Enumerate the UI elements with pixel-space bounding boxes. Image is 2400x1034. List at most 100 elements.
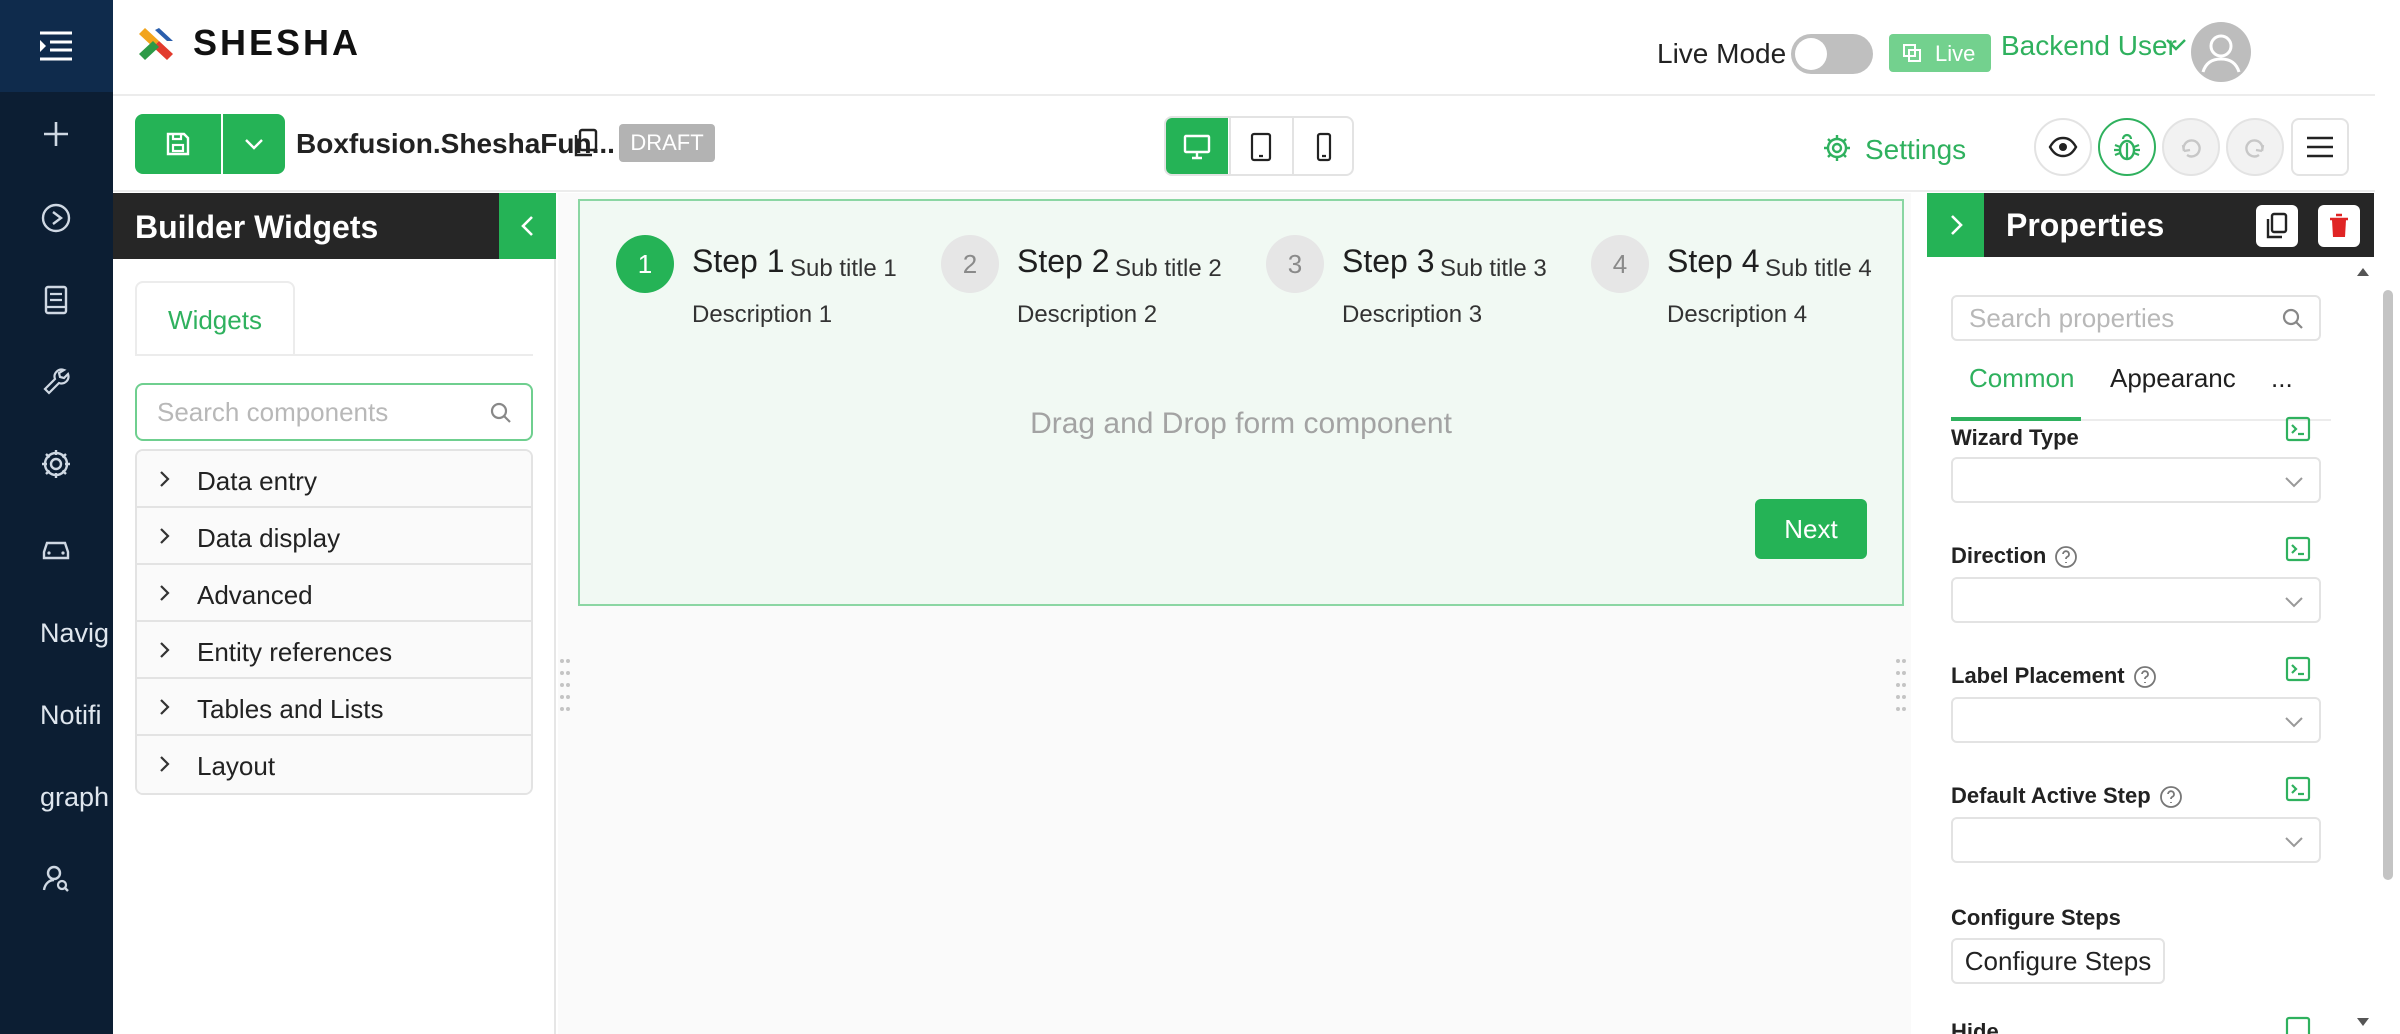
debug-button[interactable]	[2098, 118, 2156, 176]
chevron-down-icon[interactable]	[2163, 32, 2189, 58]
next-button[interactable]: Next	[1755, 499, 1867, 559]
wizard-type-select[interactable]	[1951, 457, 2321, 503]
designer-toolbar: Boxfusion.SheshaFun... DRAFT Settings	[113, 98, 2375, 192]
component-search-input[interactable]	[155, 395, 475, 429]
category-label: Data display	[197, 523, 341, 553]
builder-widgets-panel: Builder Widgets Widgets Data entry Data …	[113, 193, 556, 1034]
chevron-down-icon	[245, 139, 263, 150]
resize-handle-left[interactable]	[558, 655, 572, 715]
code-editor-icon[interactable]	[2284, 775, 2312, 803]
category-label: Data entry	[197, 466, 317, 496]
direction-label: Direction	[1951, 543, 2078, 569]
save-options-button[interactable]	[223, 114, 285, 174]
tablet-view-button[interactable]	[1229, 118, 1291, 174]
more-menu-button[interactable]	[2291, 118, 2349, 176]
field-label: Default Active Step	[1951, 783, 2151, 808]
help-icon[interactable]	[2159, 785, 2183, 809]
copy-icon	[1903, 44, 1921, 62]
nav-menu-toggle[interactable]	[0, 0, 113, 92]
label-placement-select[interactable]	[1951, 697, 2321, 743]
nav-item-tools[interactable]	[34, 360, 78, 404]
nav-item-add[interactable]	[34, 112, 78, 156]
nav-item-docs[interactable]	[34, 278, 78, 322]
tab-more[interactable]: ...	[2271, 363, 2293, 421]
save-button[interactable]	[135, 114, 221, 174]
widgets-panel-title: Builder Widgets	[135, 209, 379, 245]
direction-select[interactable]	[1951, 577, 2321, 623]
nav-item-navigation[interactable]: Navig	[40, 618, 109, 649]
redo-icon	[2245, 139, 2265, 158]
collapse-widgets-button[interactable]	[499, 193, 556, 259]
hamburger-icon	[2307, 136, 2333, 158]
scrollbar-thumb[interactable]	[2383, 290, 2393, 880]
delete-component-button[interactable]	[2318, 205, 2360, 247]
category-tables-and-lists[interactable]: Tables and Lists	[137, 679, 531, 736]
category-advanced[interactable]: Advanced	[137, 565, 531, 622]
step-number: 2	[941, 235, 999, 293]
step-description: Description 3	[1342, 301, 1483, 328]
copy-icon	[2266, 212, 2288, 239]
wrench-icon	[43, 368, 70, 395]
chevron-right-icon	[160, 642, 170, 658]
user-search-icon	[42, 865, 69, 892]
user-menu[interactable]: Backend User	[2001, 30, 2177, 62]
code-editor-icon[interactable]	[2284, 1015, 2312, 1034]
step-description: Description 1	[692, 301, 833, 328]
code-editor-icon[interactable]	[2284, 415, 2312, 443]
status-badge: DRAFT	[619, 124, 715, 162]
chevron-down-icon	[2285, 597, 2303, 608]
desktop-view-button[interactable]	[1166, 118, 1228, 174]
category-data-entry[interactable]: Data entry	[137, 451, 531, 508]
avatar[interactable]	[2191, 22, 2251, 82]
chevron-right-icon	[160, 585, 170, 601]
nav-item-vehicles[interactable]	[34, 526, 78, 570]
chevron-right-icon	[160, 699, 170, 715]
nav-item-run[interactable]	[34, 196, 78, 240]
search-icon	[490, 402, 511, 423]
default-active-step-select[interactable]	[1951, 817, 2321, 863]
resize-handle-right[interactable]	[1894, 655, 1908, 715]
drop-zone-hint[interactable]: Drag and Drop form component	[580, 407, 1902, 441]
tab-appearance[interactable]: Appearanc	[2110, 363, 2250, 421]
live-badge[interactable]: Live	[1889, 34, 1991, 72]
scrollbar[interactable]	[2354, 260, 2372, 1034]
category-label: Layout	[197, 751, 276, 781]
tab-widgets[interactable]: Widgets	[135, 281, 295, 355]
copy-icon[interactable]	[573, 128, 599, 158]
preview-button[interactable]	[2034, 118, 2092, 176]
mobile-view-button[interactable]	[1292, 118, 1352, 174]
configure-steps-button[interactable]: Configure Steps	[1951, 938, 2165, 984]
category-entity-references[interactable]: Entity references	[137, 622, 531, 679]
copy-component-button[interactable]	[2256, 205, 2298, 247]
tab-common[interactable]: Common	[1969, 363, 2074, 421]
redo-button[interactable]	[2226, 118, 2284, 176]
step-title: Step 4	[1667, 243, 1760, 279]
wizard-component[interactable]: 1 Step 1 Sub title 1 Description 1 2 Ste…	[578, 199, 1904, 606]
step-title: Step 3	[1342, 243, 1435, 279]
code-editor-icon[interactable]	[2284, 655, 2312, 683]
play-circle-icon	[41, 203, 71, 233]
step-description: Description 4	[1667, 301, 1808, 328]
nav-item-settings[interactable]	[34, 442, 78, 486]
live-mode-switch[interactable]	[1791, 34, 1873, 74]
help-icon[interactable]	[2054, 545, 2078, 569]
category-data-display[interactable]: Data display	[137, 508, 531, 565]
book-icon	[44, 285, 68, 315]
nav-item-notifications[interactable]: Notifi	[40, 700, 102, 731]
help-icon[interactable]	[2133, 665, 2157, 689]
collapse-properties-button[interactable]	[1927, 193, 1984, 257]
undo-button[interactable]	[2162, 118, 2220, 176]
menu-fold-icon	[40, 31, 72, 61]
nav-item-users[interactable]	[34, 856, 78, 900]
settings-button[interactable]: Settings	[1824, 134, 1966, 166]
gear-icon	[1824, 135, 1850, 161]
code-editor-icon[interactable]	[2284, 535, 2312, 563]
field-label: Label Placement	[1951, 663, 2125, 688]
property-search-input[interactable]	[1967, 303, 2267, 333]
category-label: Tables and Lists	[197, 694, 384, 724]
category-label: Entity references	[197, 637, 393, 667]
category-layout[interactable]: Layout	[137, 736, 531, 793]
nav-item-graph[interactable]: graph	[40, 782, 109, 813]
step-subtitle: Sub title 2	[1115, 255, 1222, 282]
switch-knob	[1795, 38, 1827, 70]
